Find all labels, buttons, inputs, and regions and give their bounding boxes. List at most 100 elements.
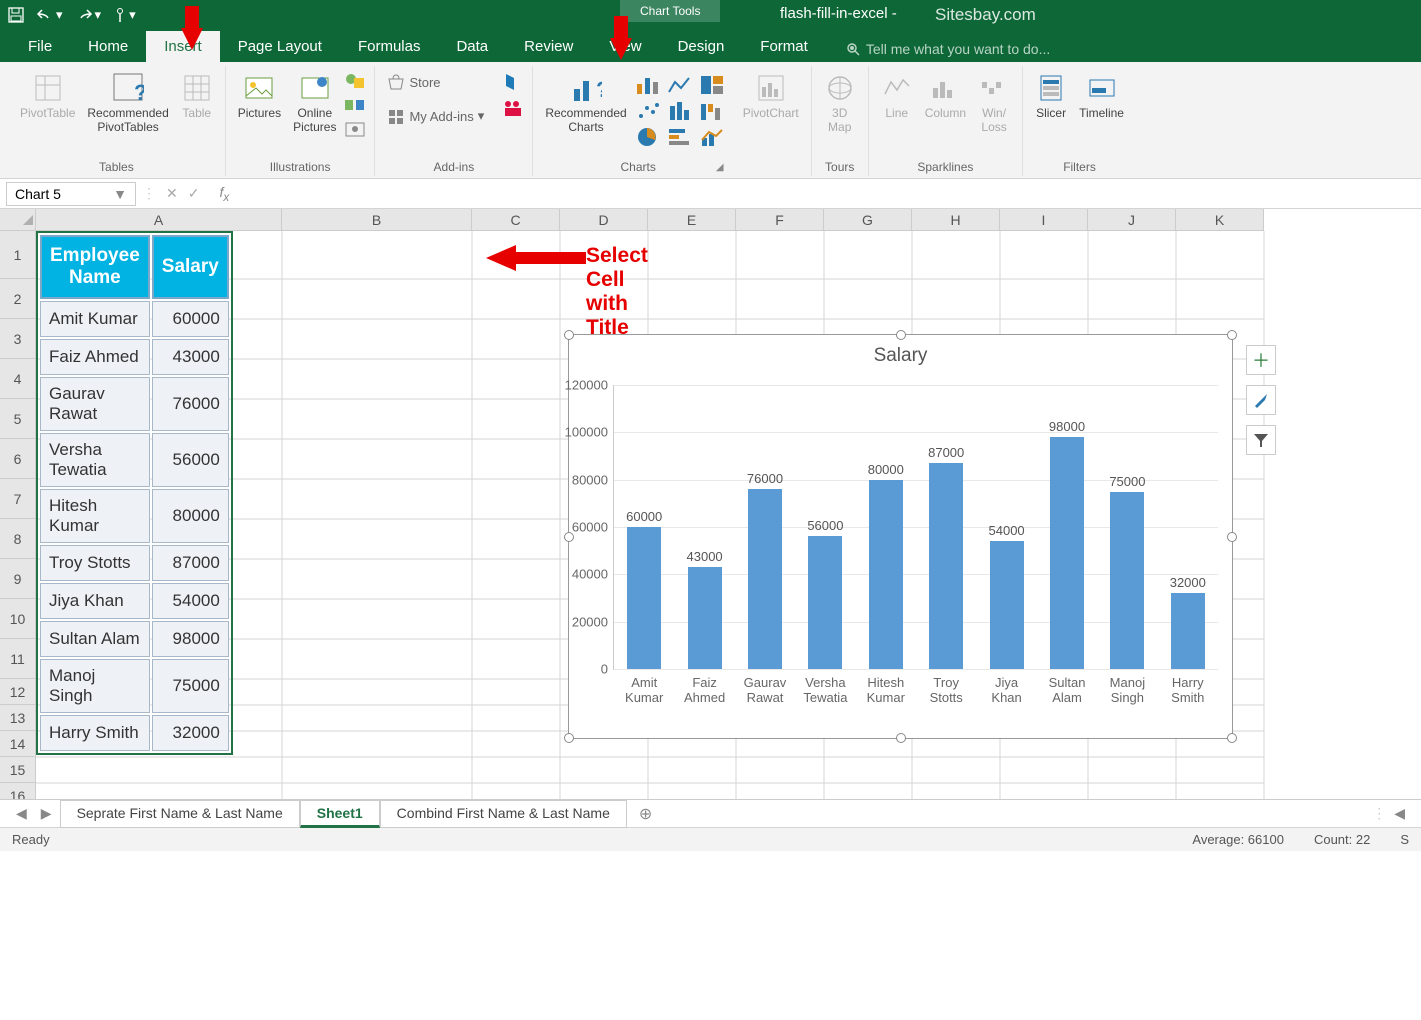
- chart-bar[interactable]: [808, 536, 842, 669]
- table-cell[interactable]: Amit Kumar: [40, 301, 150, 337]
- add-sheet-button[interactable]: ⊕: [629, 804, 662, 824]
- table-cell[interactable]: 75000: [152, 659, 229, 713]
- chart-elements-button[interactable]: ＋: [1246, 345, 1276, 375]
- resize-handle[interactable]: [896, 330, 906, 340]
- row-header[interactable]: 7: [0, 479, 36, 519]
- chart-bar[interactable]: [929, 463, 963, 669]
- bar-chart-icon[interactable]: [667, 126, 695, 148]
- cancel-formula-icon[interactable]: ✕: [166, 185, 178, 202]
- table-cell[interactable]: 98000: [152, 621, 229, 657]
- column-header[interactable]: B: [282, 209, 472, 231]
- row-header[interactable]: 5: [0, 399, 36, 439]
- row-header[interactable]: 15: [0, 757, 36, 783]
- smartart-icon[interactable]: [344, 96, 366, 114]
- tab-review[interactable]: Review: [506, 31, 591, 62]
- resize-handle[interactable]: [564, 733, 574, 743]
- row-header[interactable]: 14: [0, 731, 36, 757]
- enter-formula-icon[interactable]: ✓: [188, 185, 200, 202]
- sheet-tab[interactable]: Combind First Name & Last Name: [380, 800, 627, 828]
- people-graph-icon[interactable]: [502, 98, 524, 118]
- scatter-chart-icon[interactable]: [635, 100, 663, 122]
- timeline-button[interactable]: Timeline: [1075, 70, 1128, 122]
- row-header[interactable]: 1: [0, 231, 36, 279]
- table-cell[interactable]: 56000: [152, 433, 229, 487]
- table-cell[interactable]: Jiya Khan: [40, 583, 150, 619]
- chart-bar[interactable]: [748, 489, 782, 669]
- sheet-tab[interactable]: Sheet1: [300, 800, 380, 828]
- tab-formulas[interactable]: Formulas: [340, 31, 439, 62]
- column-header[interactable]: A: [36, 209, 282, 231]
- save-icon[interactable]: [8, 7, 24, 23]
- resize-handle[interactable]: [564, 532, 574, 542]
- resize-handle[interactable]: [896, 733, 906, 743]
- table-cell[interactable]: Gaurav Rawat: [40, 377, 150, 431]
- undo-icon[interactable]: ▾: [36, 7, 63, 23]
- column-chart-icon[interactable]: [635, 74, 663, 96]
- row-header[interactable]: 11: [0, 639, 36, 679]
- resize-handle[interactable]: [1227, 733, 1237, 743]
- row-header[interactable]: 9: [0, 559, 36, 599]
- row-header[interactable]: 10: [0, 599, 36, 639]
- tab-page-layout[interactable]: Page Layout: [220, 31, 340, 62]
- resize-handle[interactable]: [564, 330, 574, 340]
- touch-mode-icon[interactable]: ▾: [113, 7, 136, 23]
- row-header[interactable]: 2: [0, 279, 36, 319]
- column-header[interactable]: K: [1176, 209, 1264, 231]
- chart-bar[interactable]: [1050, 437, 1084, 669]
- row-header[interactable]: 3: [0, 319, 36, 359]
- statistic-chart-icon[interactable]: [667, 100, 695, 122]
- sparkline-winloss-button[interactable]: Win/ Loss: [974, 70, 1014, 136]
- pie-chart-icon[interactable]: [635, 126, 663, 148]
- chart-bar[interactable]: [869, 480, 903, 669]
- fx-icon[interactable]: fx: [209, 184, 239, 204]
- table-cell[interactable]: Sultan Alam: [40, 621, 150, 657]
- screenshot-icon[interactable]: [344, 120, 366, 138]
- waterfall-chart-icon[interactable]: [699, 100, 727, 122]
- column-header[interactable]: D: [560, 209, 648, 231]
- table-header[interactable]: Salary: [152, 235, 229, 299]
- table-cell[interactable]: Troy Stotts: [40, 545, 150, 581]
- combo-chart-icon[interactable]: [699, 126, 727, 148]
- chart-styles-button[interactable]: [1246, 385, 1276, 415]
- pivotchart-button[interactable]: PivotChart: [739, 70, 803, 122]
- table-cell[interactable]: Versha Tewatia: [40, 433, 150, 487]
- sheet-nav-next[interactable]: ▶: [35, 805, 58, 822]
- embedded-chart[interactable]: Salary 020000400006000080000100000120000…: [568, 334, 1233, 739]
- tab-file[interactable]: File: [10, 31, 70, 62]
- table-cell[interactable]: 43000: [152, 339, 229, 375]
- table-button[interactable]: Table: [177, 70, 217, 122]
- data-table[interactable]: Employee NameSalaryAmit Kumar60000Faiz A…: [36, 231, 233, 755]
- column-header[interactable]: F: [736, 209, 824, 231]
- horizontal-scroll-left[interactable]: ◀: [1388, 805, 1411, 822]
- pictures-button[interactable]: Pictures: [234, 70, 285, 122]
- redo-icon[interactable]: ▾: [75, 7, 102, 23]
- chart-bar[interactable]: [1110, 492, 1144, 670]
- recommended-pivottables-button[interactable]: ? Recommended PivotTables: [83, 70, 172, 136]
- column-header[interactable]: C: [472, 209, 560, 231]
- resize-handle[interactable]: [1227, 330, 1237, 340]
- charts-dialog-launcher-icon[interactable]: ◢: [716, 162, 724, 173]
- chart-bar[interactable]: [627, 527, 661, 669]
- formula-input[interactable]: [239, 186, 1421, 202]
- 3d-map-button[interactable]: 3D Map: [820, 70, 860, 136]
- column-header[interactable]: H: [912, 209, 1000, 231]
- table-cell[interactable]: 87000: [152, 545, 229, 581]
- row-header[interactable]: 4: [0, 359, 36, 399]
- table-cell[interactable]: 80000: [152, 489, 229, 543]
- table-header[interactable]: Employee Name: [40, 235, 150, 299]
- table-cell[interactable]: Faiz Ahmed: [40, 339, 150, 375]
- chart-bar[interactable]: [1171, 593, 1205, 669]
- store-button[interactable]: Store: [383, 70, 488, 94]
- chart-filters-button[interactable]: [1246, 425, 1276, 455]
- table-cell[interactable]: 60000: [152, 301, 229, 337]
- tell-me-search[interactable]: Tell me what you want to do...: [846, 41, 1050, 62]
- table-cell[interactable]: Manoj Singh: [40, 659, 150, 713]
- online-pictures-button[interactable]: Online Pictures: [289, 70, 340, 136]
- my-addins-button[interactable]: My Add-ins ▾: [383, 104, 488, 128]
- name-box[interactable]: Chart 5▼: [6, 182, 136, 206]
- sparkline-column-button[interactable]: Column: [921, 70, 970, 122]
- sheet-tab[interactable]: Seprate First Name & Last Name: [60, 800, 300, 828]
- column-header[interactable]: G: [824, 209, 912, 231]
- bing-maps-icon[interactable]: [502, 72, 524, 92]
- resize-handle[interactable]: [1227, 532, 1237, 542]
